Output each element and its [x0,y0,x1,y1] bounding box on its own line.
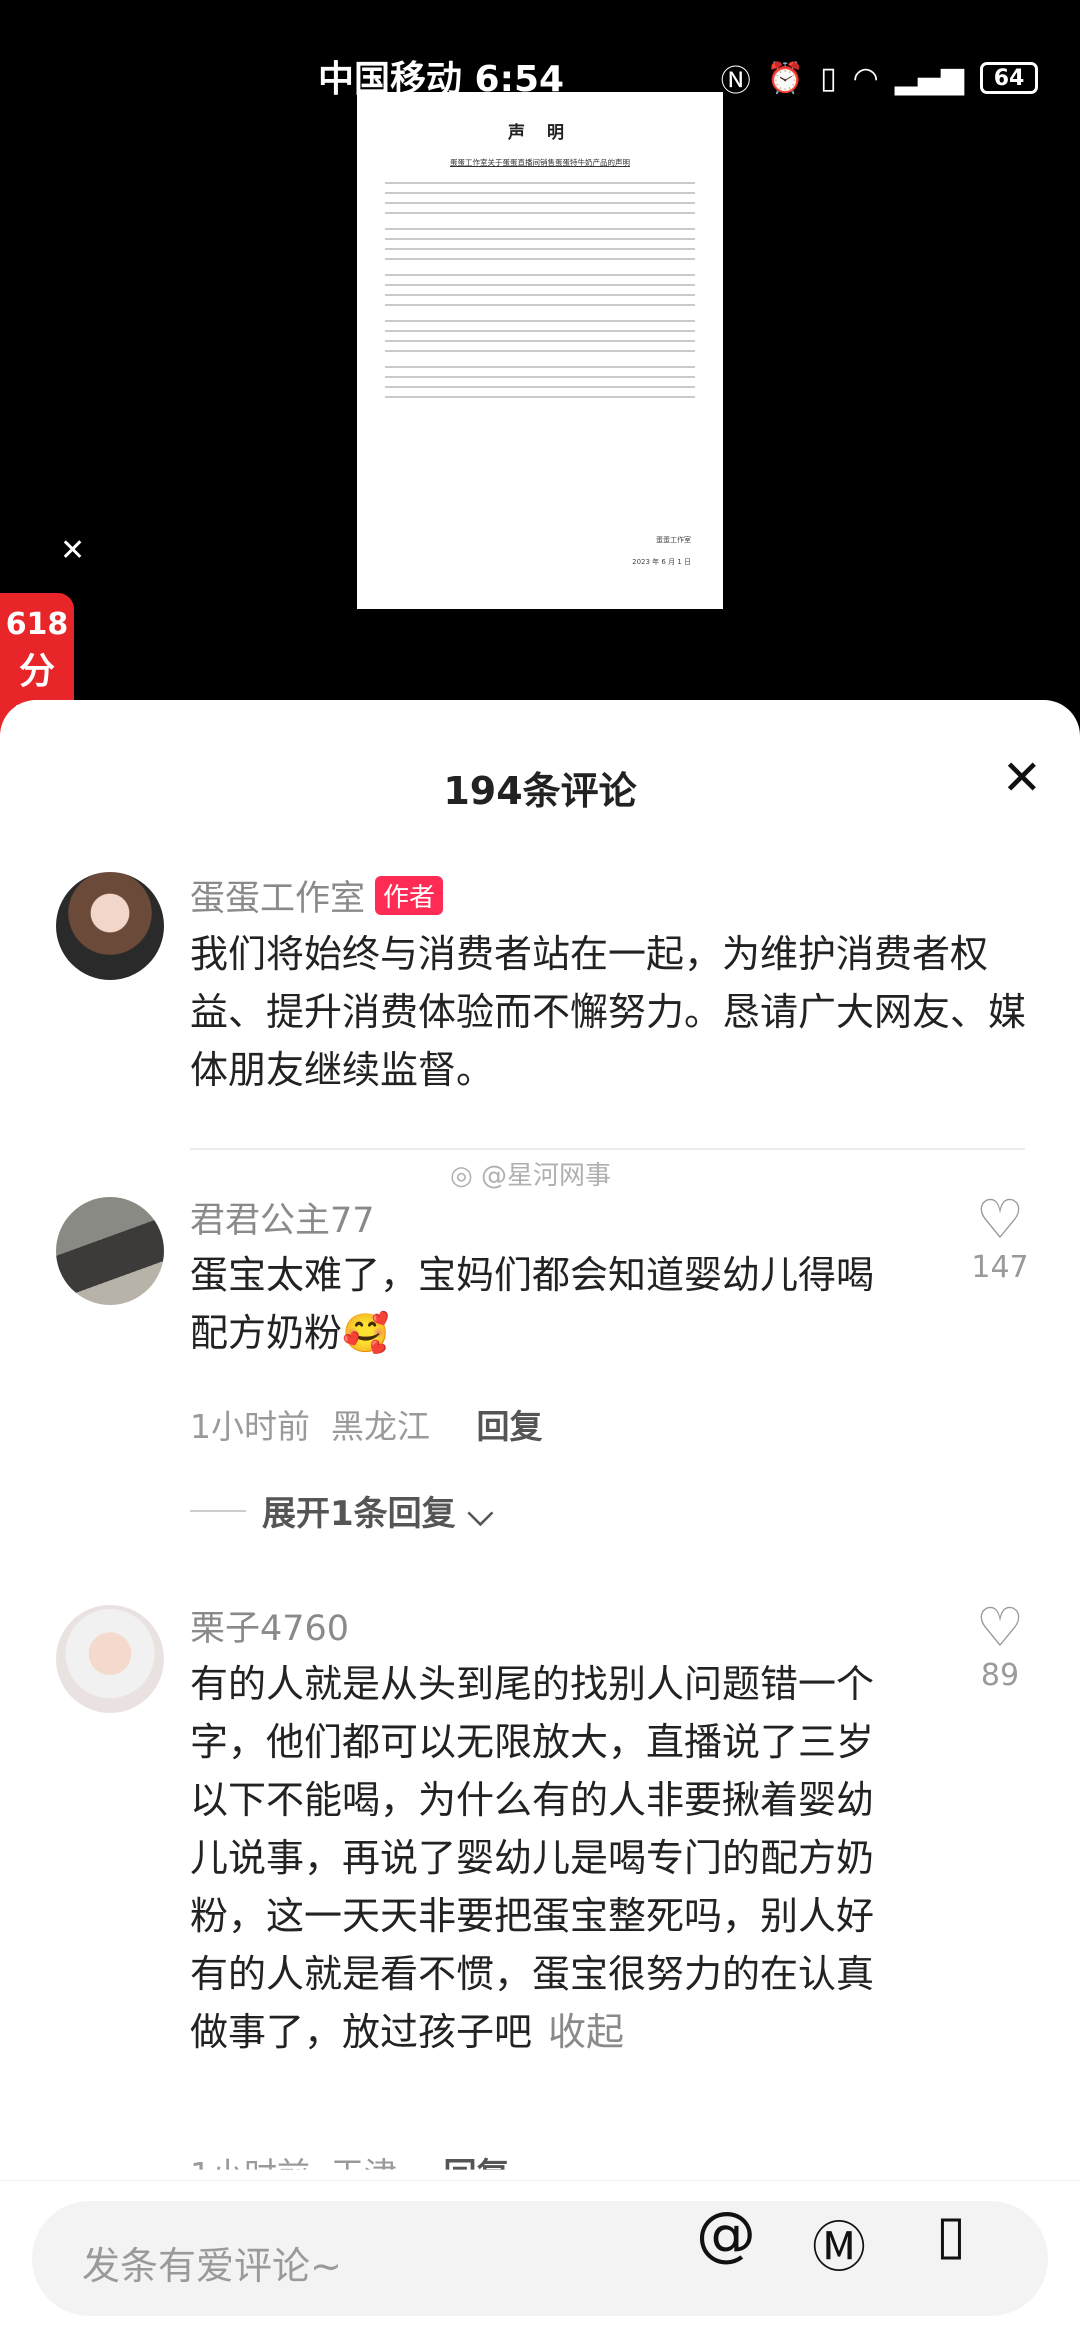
close-video-icon[interactable]: ✕ [60,533,85,568]
wifi-icon: ◠ [852,60,879,96]
heart-icon[interactable]: ♡ [960,1598,1040,1658]
comment-time: 1小时前 [190,1407,310,1446]
comment-input-placeholder: 发条有爱评论~ [82,2244,342,2288]
comment-author[interactable]: 蛋蛋工作室 作者 [190,870,444,921]
like-count: 89 [980,1658,1020,1693]
comment-author[interactable]: 君君公主77 [190,1192,375,1243]
like-count: 147 [971,1250,1029,1285]
promo-text-fen: 分 [18,651,55,692]
vibrate-icon: ▯ [820,60,837,96]
expand-replies-button[interactable]: 展开1条回复 ⌵ [190,1486,493,1535]
avatar[interactable] [56,1605,164,1713]
image-icon[interactable]: ▯ [936,2203,966,2266]
close-icon[interactable]: ✕ [1002,750,1042,806]
comment-text: 我们将始终与消费者站在一起，为维护消费者权益、提升消费体验而不懈努力。恳请广大网… [190,932,1027,1092]
mention-icon[interactable]: @ [696,2199,756,2269]
like-button[interactable]: ♡ 147 [960,1190,1040,1286]
like-button[interactable]: ♡ 89 [960,1598,1040,1694]
alarm-icon: ⏰ [766,60,805,96]
status-bar: 中国移动 6:54 Ⓝ ⏰ ▯ ◠ ▂▄▆ 64 [0,0,1080,150]
comment-meta: 1小时前 黑龙江 回复 [190,1400,542,1448]
signature-org: 蛋蛋工作室 [656,536,691,544]
watermark: ◎ @星河网事 [450,1155,611,1192]
comment-text: 有的人就是从头到尾的找别人问题错一个字，他们都可以无限放大，直播说了三岁以下不能… [190,1655,890,2061]
carrier-time: 中国移动 6:54 [318,59,565,100]
document-paragraph [385,228,695,260]
comment-text: 蛋宝太难了，宝妈们都会知道婴幼儿得喝配方奶粉🥰 [190,1253,875,1355]
document-paragraph [385,320,695,352]
author-badge: 作者 [375,876,444,915]
watermark-text: @星河网事 [480,1161,611,1191]
comment-location: 黑龙江 [330,1407,430,1446]
comment-sheet: 194条评论 ✕ 蛋蛋工作室 作者 我们将始终与消费者站在一起，为维护消费者权益、… [0,700,1080,2340]
signature-date: 2023 年 6 月 1 日 [632,558,691,566]
comment-input-bar: 发条有爱评论~ @ Ⓜ ▯ [0,2180,1080,2340]
weibo-icon: ◎ [450,1161,473,1191]
document-paragraph [385,182,695,214]
document-paragraph [385,366,695,398]
collapse-button[interactable]: 收起 [548,2010,624,2054]
comment-author[interactable]: 栗子4760 [190,1600,349,1651]
battery-icon: 64 [980,62,1038,94]
document-signature: 蛋蛋工作室 2023 年 6 月 1 日 [632,529,691,573]
divider [190,1148,1025,1150]
comment-count-title: 194条评论 [443,769,637,813]
statement-document: 声 明 蛋蛋工作室关于蛋蛋直播间销售蛋蛋特牛奶产品的声明 蛋蛋工作室 2023 … [357,92,723,609]
avatar[interactable] [56,872,164,980]
comment-input[interactable]: 发条有爱评论~ [32,2201,1048,2316]
heart-icon[interactable]: ♡ [960,1190,1040,1250]
comment-body: 有的人就是从头到尾的找别人问题错一个字，他们都可以无限放大，直播说了三岁以下不能… [190,1662,875,2054]
nfc-icon: Ⓝ [720,64,751,99]
promo-text-618: 618 [5,607,69,642]
avatar[interactable] [56,1197,164,1305]
comment-author-name[interactable]: 蛋蛋工作室 [190,879,365,919]
document-subtitle: 蛋蛋工作室关于蛋蛋直播间销售蛋蛋特牛奶产品的声明 [450,158,630,167]
emoji-icon[interactable]: Ⓜ [812,2203,866,2282]
signal-4g-icon: ▂▄▆ [894,60,964,96]
document-paragraph [385,274,695,306]
reply-button[interactable]: 回复 [476,1407,542,1446]
